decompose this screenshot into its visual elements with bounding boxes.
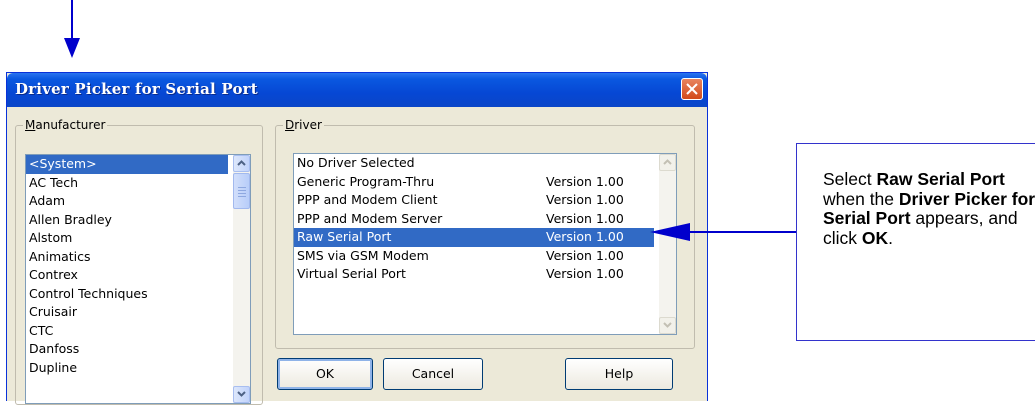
- driver-name: No Driver Selected: [297, 155, 415, 170]
- scroll-up-arrow-icon: [663, 159, 672, 165]
- driver-item[interactable]: Virtual Serial Port Version 1.00: [294, 265, 654, 284]
- manufacturer-item[interactable]: AC Tech: [26, 174, 228, 193]
- arrow-left-icon: [650, 223, 800, 241]
- dialog-title: Driver Picker for Serial Port: [15, 80, 258, 98]
- help-button[interactable]: Help: [565, 358, 673, 390]
- driver-name: PPP and Modem Server: [297, 210, 443, 226]
- driver-name: Raw Serial Port: [297, 229, 392, 244]
- scroll-up-button[interactable]: [659, 154, 676, 171]
- driver-items: No Driver Selected Generic Program-Thru Ve…: [294, 154, 676, 284]
- scroll-down-arrow-icon: [663, 322, 672, 328]
- scroll-up-button[interactable]: [233, 155, 250, 172]
- scroll-down-button[interactable]: [233, 386, 250, 403]
- callout-text-2: when the: [823, 188, 899, 209]
- driver-name: PPP and Modem Client: [297, 192, 438, 207]
- scroll-up-arrow-icon: [237, 160, 246, 166]
- title-bar[interactable]: Driver Picker for Serial Port: [7, 73, 707, 107]
- driver-item[interactable]: PPP and Modem Server Version 1.00: [294, 210, 654, 229]
- manufacturer-item[interactable]: Animatics: [26, 248, 228, 267]
- manufacturer-item[interactable]: <System>: [26, 155, 228, 174]
- driver-item[interactable]: No Driver Selected: [294, 154, 654, 173]
- driver-version: Version 1.00: [546, 210, 624, 226]
- driver-item[interactable]: Generic Program-Thru Version 1.00: [294, 173, 654, 192]
- scroll-thumb[interactable]: [233, 173, 250, 209]
- callout-text-1: Select: [823, 169, 877, 189]
- callout-bold-raw-serial-port: Raw Serial Port: [876, 169, 1005, 189]
- ok-button[interactable]: OK: [277, 358, 373, 390]
- driver-version: Version 1.00: [546, 192, 624, 207]
- close-button[interactable]: [681, 78, 703, 100]
- manufacturer-label: Manufacturer: [23, 118, 108, 132]
- instruction-callout: Select Raw Serial Port when the Driver P…: [796, 143, 1035, 341]
- callout-text-4: .: [888, 227, 894, 248]
- close-icon: [686, 83, 698, 95]
- manufacturer-item[interactable]: Adam: [26, 192, 228, 211]
- driver-name: SMS via GSM Modem: [297, 247, 429, 263]
- driver-item[interactable]: PPP and Modem Client Version 1.00: [294, 191, 654, 210]
- driver-picker-dialog: Driver Picker for Serial Port Manufactur…: [6, 72, 708, 405]
- arrow-down-icon: [64, 0, 80, 58]
- manufacturer-item[interactable]: Alstom: [26, 229, 228, 248]
- cancel-button[interactable]: Cancel: [383, 358, 483, 390]
- manufacturer-item[interactable]: Cruisair: [26, 303, 228, 322]
- manufacturer-item[interactable]: Allen Bradley: [26, 211, 228, 230]
- manufacturer-item[interactable]: CTC: [26, 322, 228, 341]
- scroll-down-button[interactable]: [659, 317, 676, 334]
- driver-version: Version 1.00: [546, 247, 624, 263]
- manufacturer-items: <System> AC Tech Adam Allen Bradley Alstom An…: [26, 155, 250, 377]
- manufacturer-item[interactable]: Contrex: [26, 266, 228, 285]
- driver-item[interactable]: Raw Serial Port Version 1.00: [294, 228, 654, 247]
- driver-version: Version 1.00: [546, 229, 624, 244]
- manufacturer-list[interactable]: <System> AC Tech Adam Allen Bradley Alstom An…: [25, 154, 251, 404]
- driver-list[interactable]: No Driver Selected Generic Program-Thru Ve…: [293, 153, 677, 335]
- driver-name: Virtual Serial Port: [297, 266, 406, 281]
- manufacturer-item[interactable]: Control Techniques: [26, 285, 228, 304]
- callout-bold-ok: OK: [861, 227, 889, 248]
- driver-scrollbar[interactable]: [659, 154, 676, 334]
- scroll-down-arrow-icon: [237, 391, 246, 397]
- manufacturer-item[interactable]: Dupline: [26, 359, 228, 378]
- driver-version: Version 1.00: [546, 266, 624, 281]
- driver-name: Generic Program-Thru: [297, 173, 435, 189]
- manufacturer-scrollbar[interactable]: [233, 155, 250, 403]
- driver-label: Driver: [283, 118, 324, 132]
- driver-item[interactable]: SMS via GSM Modem Version 1.00: [294, 247, 654, 266]
- driver-version: Version 1.00: [546, 173, 624, 189]
- manufacturer-item[interactable]: Danfoss: [26, 340, 228, 359]
